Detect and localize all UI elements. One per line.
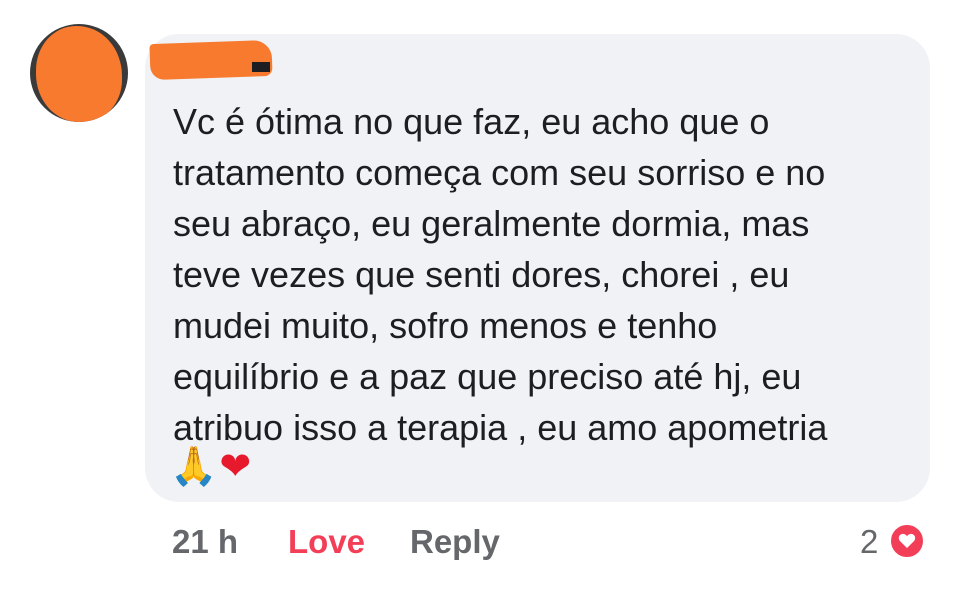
love-heart-icon[interactable] (888, 522, 926, 560)
reply-button[interactable]: Reply (410, 520, 500, 564)
comment-emojis: 🙏 ❤ (170, 442, 251, 492)
commenter-name-visible-fragment (252, 62, 270, 72)
red-heart-emoji: ❤ (219, 446, 252, 488)
love-reaction-button[interactable]: Love (288, 520, 365, 564)
avatar-redaction (36, 26, 122, 122)
avatar[interactable] (30, 24, 128, 122)
comment-text: Vc é ótima no que faz, eu acho que o tra… (173, 101, 828, 448)
folded-hands-emoji: 🙏 (170, 446, 218, 488)
comment-timestamp[interactable]: 21 h (172, 520, 238, 564)
commenter-name-redaction[interactable] (149, 39, 273, 81)
reaction-count[interactable]: 2 (860, 520, 878, 564)
